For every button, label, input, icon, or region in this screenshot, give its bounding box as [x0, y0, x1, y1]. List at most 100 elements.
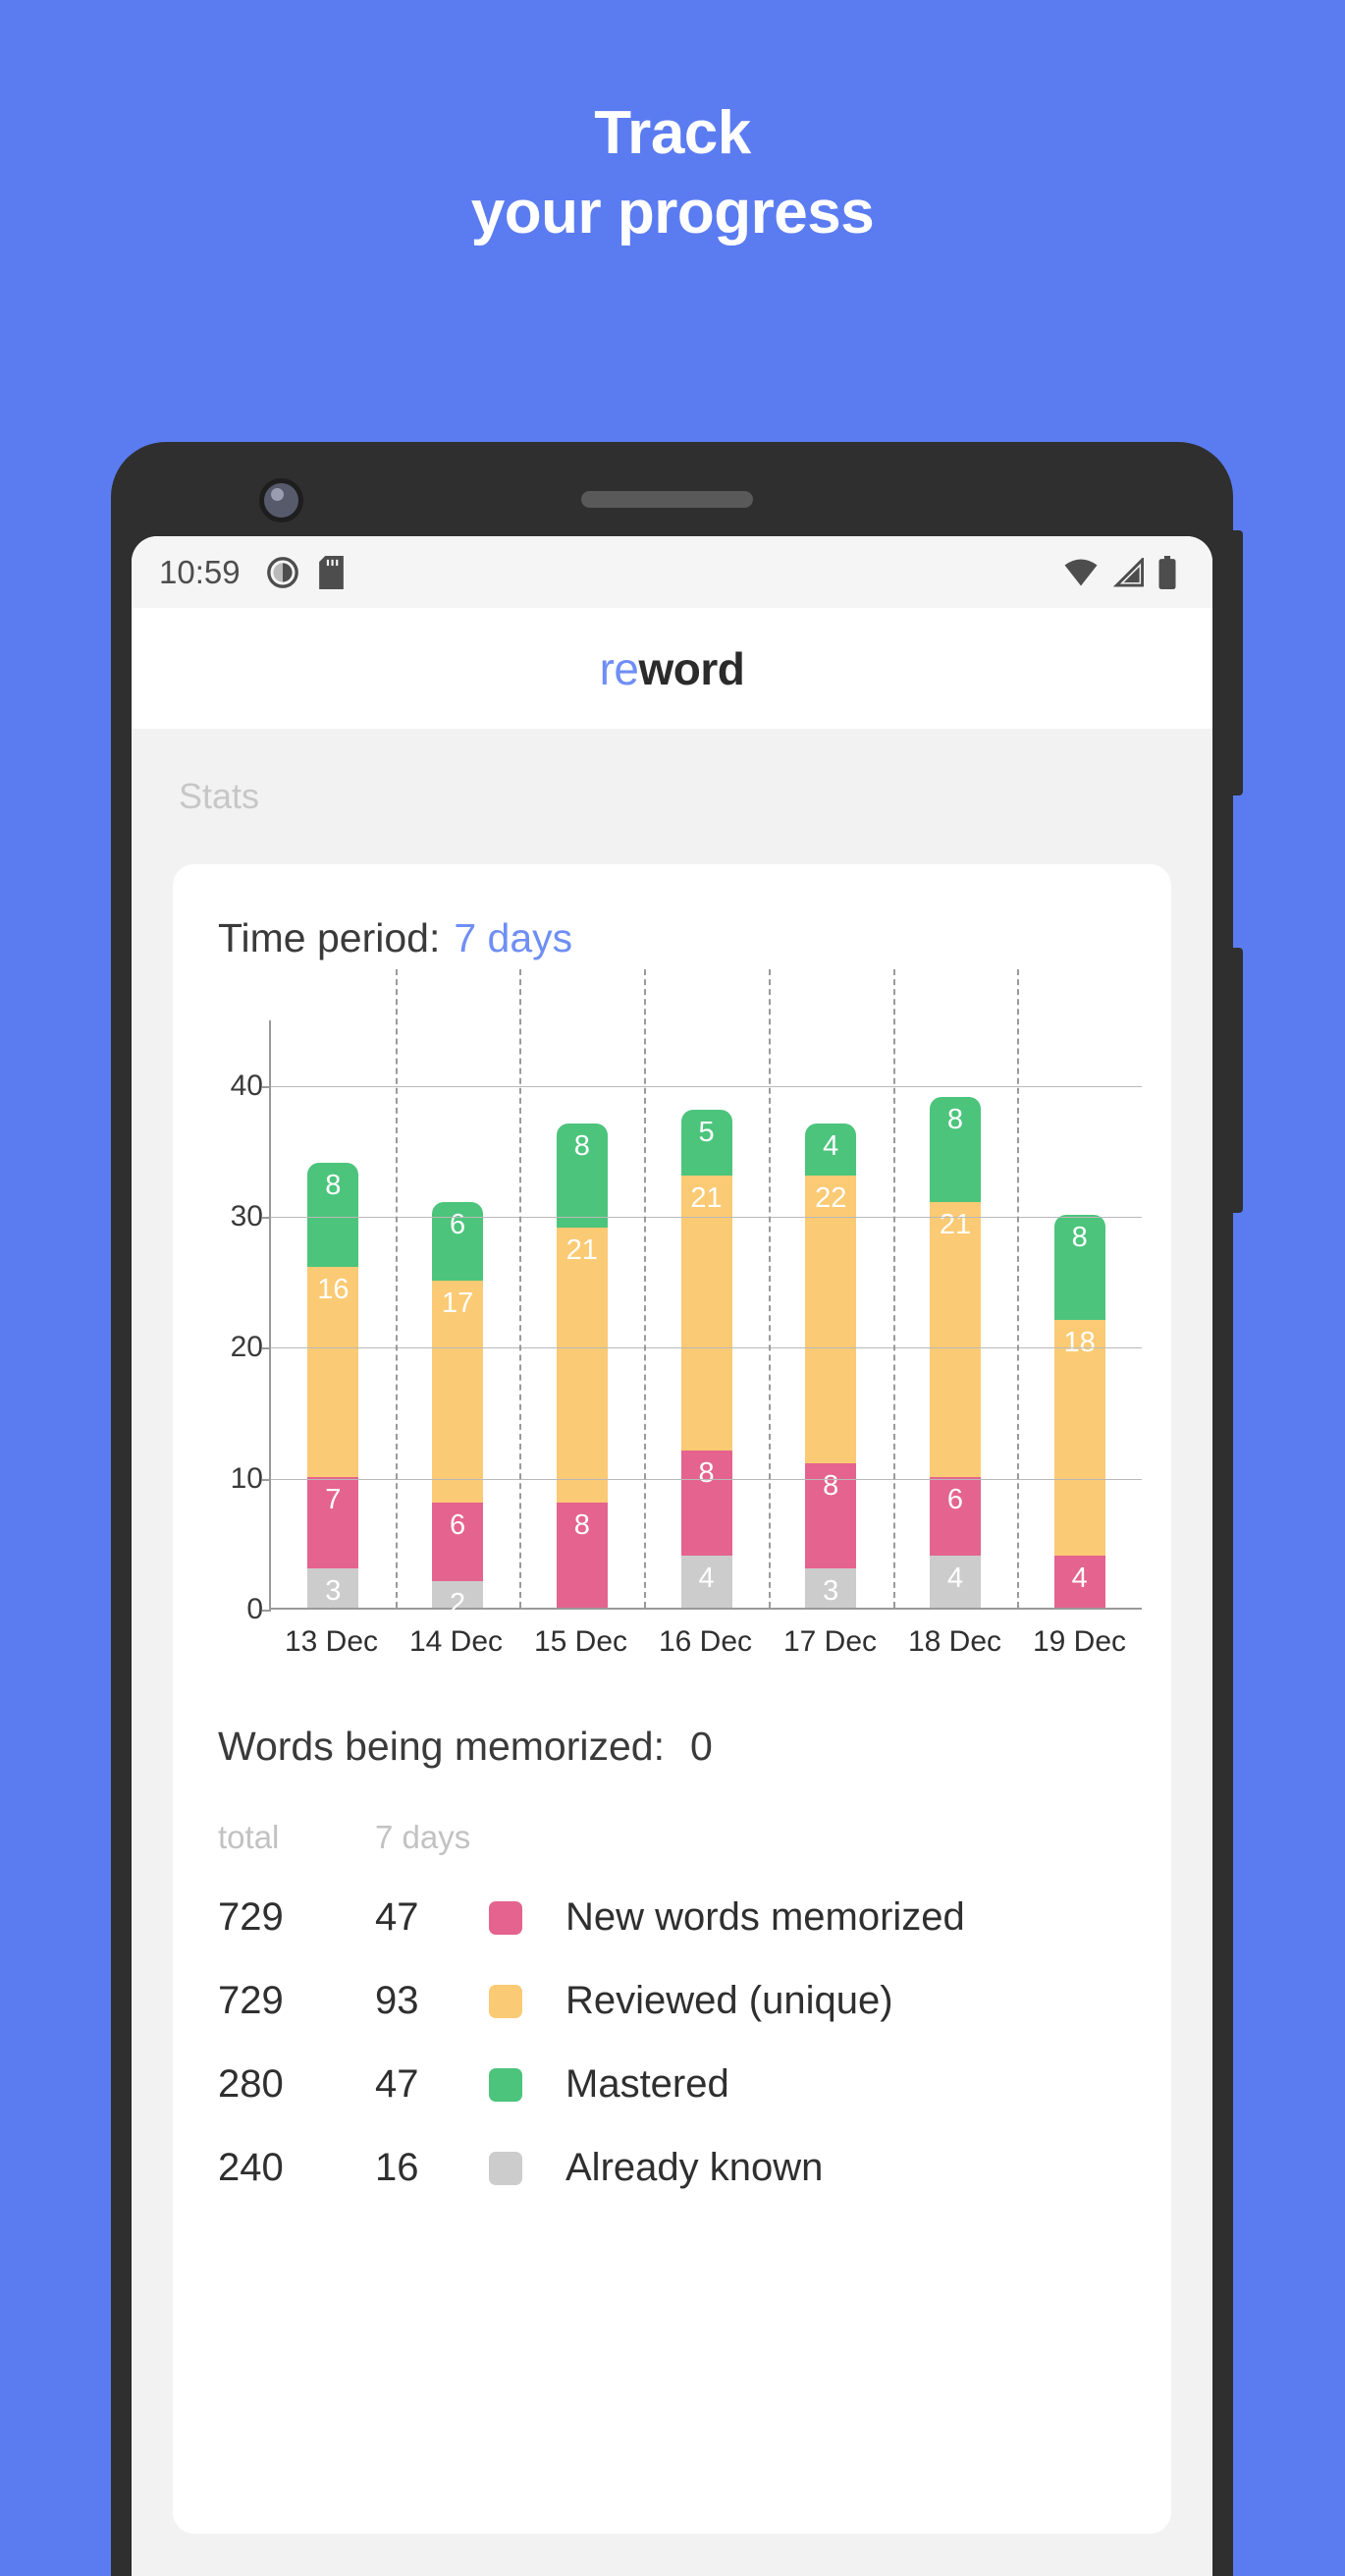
wifi-icon — [1064, 559, 1098, 585]
legend-row: 240 16 Already known — [218, 2146, 1171, 2190]
legend-row: 729 93 Reviewed (unique) — [218, 1979, 1171, 2023]
legend-row: 729 47 New words memorized — [218, 1895, 1171, 1940]
stats-card: Time period: 7 days 8 16 7 3 6 17 6 2 8 21 8 5 21 8 4 4… — [173, 864, 1171, 2534]
chart-y-tick-label: 0 — [246, 1593, 263, 1625]
chart-x-tick-label: 16 Dec — [658, 1625, 753, 1658]
chart-stacked-bar: 5 21 8 4 — [680, 1110, 732, 1608]
legend-row: 280 47 Mastered — [218, 2062, 1171, 2107]
promo-headline-line1: Track — [594, 99, 751, 167]
chart-bar-segment: 8 — [680, 1451, 732, 1556]
chart-bar-segment: 8 — [556, 1503, 608, 1608]
legend-color-swatch — [489, 2067, 522, 2102]
phone-screen: 10:59 reword Stats Time period: 7 days 8… — [132, 536, 1212, 2576]
legend-series-name: New words memorized — [565, 1895, 965, 1939]
chart-bar-segment: 4 — [1053, 1555, 1105, 1608]
legend-total-value: 240 — [218, 2146, 284, 2189]
chart-category-divider — [644, 969, 647, 1608]
status-bar-left-icons — [266, 555, 344, 589]
chart-bar-segment: 6 — [432, 1201, 484, 1281]
cell-signal-icon — [1112, 557, 1144, 587]
legend-swatch-cell — [489, 2151, 565, 2185]
stats-legend: total 7 days 729 47 New words memorized 729… — [173, 1819, 1171, 2190]
legend-series-name: Already known — [565, 2146, 824, 2189]
chart-x-tick-label: 15 Dec — [533, 1625, 628, 1658]
stats-chart: 8 16 7 3 6 17 6 2 8 21 8 5 21 8 4 4 22 8 3 8 21 6 4 8 18 4 0 10 20 3… — [173, 969, 1171, 1659]
chart-stacked-bar: 8 21 8 — [556, 1123, 608, 1608]
volume-button[interactable] — [1230, 530, 1243, 795]
chart-y-tick-label: 30 — [230, 1200, 263, 1233]
chart-category-divider — [1017, 969, 1020, 1608]
status-bar-right-icons — [1063, 555, 1177, 589]
chart-y-tick-mark — [262, 1478, 271, 1481]
chart-bars: 8 16 7 3 6 17 6 2 8 21 8 5 21 8 4 4 22 8 3 8 21 6 4 8 18 4 — [271, 1020, 1142, 1619]
legend-series-name: Mastered — [565, 2062, 729, 2106]
chart-bar-segment: 3 — [805, 1568, 857, 1608]
legend-period-value: 47 — [375, 1895, 419, 1939]
chart-stacked-bar: 8 21 6 4 — [929, 1097, 981, 1608]
chart-x-axis-labels: 13 Dec 14 Dec 15 Dec 16 Dec 17 Dec 18 Dec 19 D… — [269, 1625, 1142, 1659]
chart-bar-segment: 4 — [680, 1555, 732, 1608]
legend-total-value: 280 — [218, 2062, 284, 2106]
words-being-memorized-label: Words being memorized: — [218, 1724, 665, 1769]
app-logo-suffix: word — [638, 642, 745, 694]
chart-bar-segment: 4 — [805, 1123, 857, 1177]
chart-bar-segment: 8 — [556, 1123, 608, 1229]
legend-header-period: 7 days — [375, 1819, 471, 1855]
legend-swatch-cell — [489, 1900, 565, 1935]
chart-y-tick-label: 40 — [230, 1069, 263, 1102]
chart-stacked-bar: 4 22 8 3 — [805, 1123, 857, 1608]
power-button[interactable] — [1230, 948, 1243, 1213]
chart-bar-segment: 6 — [929, 1476, 981, 1556]
chart-bar-segment: 16 — [307, 1267, 359, 1477]
time-period-row: Time period: 7 days — [173, 915, 1171, 961]
chart-x-tick-label: 19 Dec — [1032, 1625, 1127, 1658]
chart-bar-column[interactable]: 8 21 8 — [519, 1020, 644, 1608]
legend-period-value: 93 — [375, 1979, 419, 2022]
chart-category-divider — [519, 969, 522, 1608]
chart-category-divider — [768, 969, 771, 1608]
words-being-memorized-value: 0 — [689, 1724, 713, 1769]
legend-period-value: 47 — [375, 2062, 419, 2106]
app-logo-prefix: re — [599, 642, 639, 694]
chart-x-tick-label: 17 Dec — [782, 1625, 878, 1658]
screen-content: Stats Time period: 7 days 8 16 7 3 6 17 6 2 8 21 8… — [132, 729, 1212, 2576]
chart-x-tick-label: 13 Dec — [284, 1625, 379, 1658]
chart-bar-column[interactable]: 8 16 7 3 — [271, 1020, 396, 1608]
chart-gridline — [271, 1478, 1142, 1480]
promo-headline-line2: your progress — [470, 178, 875, 247]
chart-category-divider — [395, 969, 398, 1608]
legend-header-row: total 7 days — [218, 1819, 1171, 1856]
chart-bar-column[interactable]: 8 18 4 — [1017, 1020, 1142, 1608]
chart-stacked-bar: 8 18 4 — [1053, 1215, 1105, 1608]
chart-bar-segment: 22 — [805, 1176, 857, 1464]
chart-bar-segment: 8 — [1053, 1215, 1105, 1320]
legend-color-swatch — [489, 1984, 522, 2018]
legend-total-value: 729 — [218, 1895, 284, 1939]
time-period-label: Time period: — [218, 915, 441, 960]
chart-y-tick-label: 20 — [230, 1331, 263, 1364]
earpiece-speaker — [581, 491, 753, 508]
chart-bar-column[interactable]: 5 21 8 4 — [644, 1020, 769, 1608]
battery-icon — [1158, 555, 1176, 589]
chart-stacked-bar: 8 16 7 3 — [307, 1162, 359, 1608]
app-bar: reword — [132, 608, 1212, 729]
do-not-disturb-icon — [266, 556, 298, 588]
chart-plot-area: 8 16 7 3 6 17 6 2 8 21 8 5 21 8 4 4 22 8 3 8 21 6 4 8 18 4 0 10 20 3… — [231, 969, 1142, 1625]
time-period-selector[interactable]: 7 days — [454, 915, 572, 961]
promo-headline: Track your progress — [0, 0, 1345, 252]
sd-card-icon — [318, 555, 344, 589]
chart-y-tick-label: 10 — [230, 1461, 263, 1495]
chart-bar-column[interactable]: 6 17 6 2 — [396, 1020, 520, 1619]
app-logo: reword — [600, 642, 745, 695]
chart-bar-segment: 21 — [929, 1201, 981, 1477]
chart-bar-segment: 6 — [432, 1503, 484, 1582]
chart-bar-column[interactable]: 4 22 8 3 — [769, 1020, 893, 1608]
chart-y-tick-mark — [262, 1217, 271, 1219]
chart-y-tick-mark — [262, 1610, 271, 1612]
status-bar-clock: 10:59 — [159, 553, 241, 590]
legend-color-swatch — [489, 2151, 522, 2185]
chart-bar-column[interactable]: 8 21 6 4 — [893, 1020, 1018, 1608]
chart-gridline — [271, 1217, 1142, 1218]
chart-bar-segment: 21 — [556, 1228, 608, 1504]
legend-swatch-cell — [489, 2067, 565, 2102]
